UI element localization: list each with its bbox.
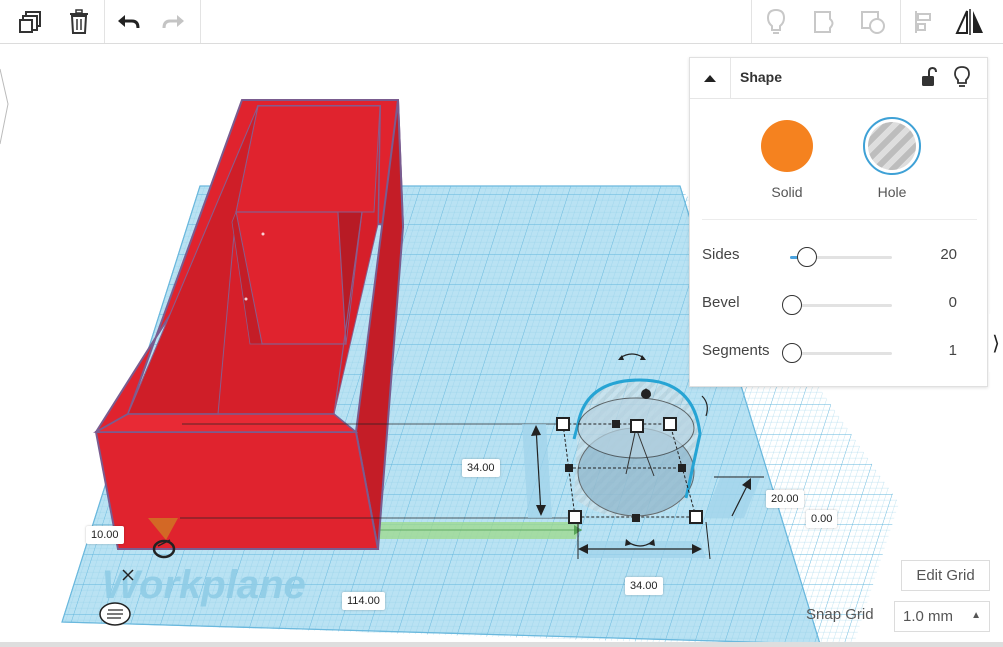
height-dimension-label[interactable]: 34.00 <box>462 459 500 477</box>
snap-grid-value: 1.0 mm <box>903 608 954 625</box>
hole-swatch[interactable] <box>863 117 921 175</box>
view-cube-edge[interactable] <box>0 68 9 145</box>
snap-grid-select[interactable]: 1.0 mm ▲ <box>894 601 990 632</box>
hole-pattern-icon <box>868 122 916 170</box>
expand-sidebar-button[interactable]: ⟩ <box>989 314 1003 372</box>
lightbulb-icon <box>954 66 970 87</box>
ungroup-icon <box>861 10 885 34</box>
group-icon <box>814 10 834 33</box>
sides-value[interactable]: 20 <box>940 246 957 263</box>
copy-button[interactable] <box>12 0 50 43</box>
segments-slider[interactable] <box>782 343 892 363</box>
sides-slider-knob[interactable] <box>797 247 817 267</box>
sides-slider[interactable] <box>790 247 892 267</box>
redo-button[interactable] <box>156 0 192 43</box>
undo-icon <box>118 14 140 28</box>
lock-button[interactable] <box>920 66 938 92</box>
delete-button[interactable] <box>60 0 98 43</box>
bottom-scroll-strip <box>0 642 1003 647</box>
align-icon <box>915 10 931 33</box>
bevel-slider[interactable] <box>782 295 892 315</box>
panel-header: Shape <box>690 58 987 99</box>
width-dimension-label[interactable]: 34.00 <box>625 577 663 595</box>
mirror-icon <box>955 8 983 35</box>
redo-icon <box>162 14 184 28</box>
snap-grid-label: Snap Grid <box>806 606 874 623</box>
bevel-label: Bevel <box>702 294 740 311</box>
chevron-right-icon: ⟩ <box>992 332 1000 355</box>
group-button[interactable] <box>806 0 844 43</box>
shape-notes-button[interactable] <box>954 66 970 93</box>
collapse-panel-button[interactable] <box>690 58 731 98</box>
segments-value[interactable]: 1 <box>949 342 957 359</box>
lightbulb-icon <box>766 8 786 34</box>
solid-label: Solid <box>771 184 803 200</box>
offset-dimension-label[interactable]: 0.00 <box>806 510 838 528</box>
panel-title: Shape <box>740 69 783 85</box>
chevron-up-icon <box>704 75 716 82</box>
segments-property: Segments 1 <box>690 337 987 367</box>
length-dimension-label[interactable]: 114.00 <box>342 592 385 610</box>
elevation-dimension-label[interactable]: 20.00 <box>766 490 804 508</box>
dropdown-arrow-icon: ▲ <box>971 610 981 621</box>
notes-button[interactable] <box>758 0 794 43</box>
solid-color-swatch[interactable] <box>761 120 813 172</box>
top-toolbar <box>0 0 1003 44</box>
shape-inspector-panel: Shape Solid Hole Sides 20 Bevel 0 Segmen… <box>689 57 988 387</box>
sides-property: Sides 20 <box>690 241 987 271</box>
delete-icon <box>70 8 88 34</box>
bevel-slider-knob[interactable] <box>782 295 802 315</box>
align-button[interactable] <box>906 0 942 43</box>
notes-icon[interactable] <box>99 602 131 626</box>
mirror-button[interactable] <box>952 0 988 43</box>
copy-icon <box>19 10 41 33</box>
hole-label: Hole <box>877 184 907 200</box>
segments-slider-knob[interactable] <box>782 343 802 363</box>
left-dimension-label[interactable]: 10.00 <box>86 526 124 544</box>
ungroup-button[interactable] <box>854 0 892 43</box>
undo-button[interactable] <box>110 0 146 43</box>
edit-grid-button[interactable]: Edit Grid <box>901 560 990 591</box>
segments-label: Segments <box>702 342 770 359</box>
unlock-icon <box>922 66 937 86</box>
bevel-value[interactable]: 0 <box>949 294 957 311</box>
bevel-property: Bevel 0 <box>690 289 987 319</box>
sides-label: Sides <box>702 246 740 263</box>
